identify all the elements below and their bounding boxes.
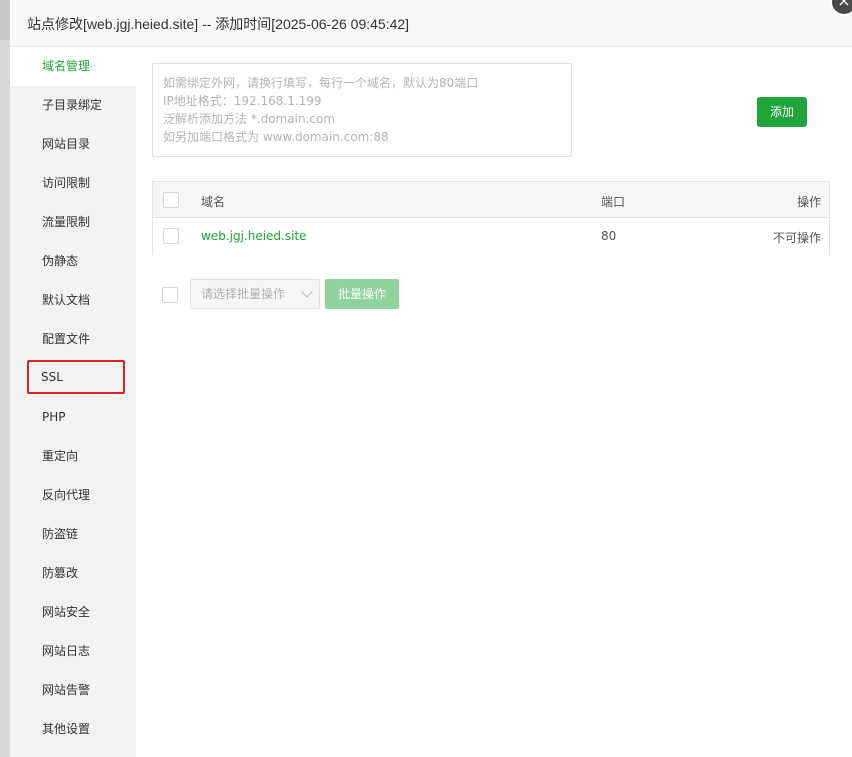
domain-table: 域名 端口 操作 web.jgj.heied.site 80 不可操作 — [152, 181, 830, 255]
column-header-port: 端口 — [601, 195, 626, 209]
table-row: web.jgj.heied.site 80 不可操作 — [153, 218, 829, 255]
sidebar-item-site-logs[interactable]: 网站日志 — [10, 632, 136, 671]
row-checkbox[interactable] — [163, 228, 179, 244]
sidebar-item-reverse-proxy[interactable]: 反向代理 — [10, 476, 136, 515]
batch-select-checkbox[interactable] — [162, 287, 178, 303]
sidebar-item-tamper-proof[interactable]: 防篡改 — [10, 554, 136, 593]
sidebar-item-php[interactable]: PHP — [10, 398, 136, 437]
sidebar-item-config-file[interactable]: 配置文件 — [10, 320, 136, 359]
sidebar-item-site-security[interactable]: 网站安全 — [10, 593, 136, 632]
batch-operation-button[interactable]: 批量操作 — [325, 279, 399, 309]
select-all-checkbox[interactable] — [163, 192, 179, 208]
sidebar-item-access-restriction[interactable]: 访问限制 — [10, 164, 136, 203]
sidebar-item-domain-management[interactable]: 域名管理 — [10, 47, 136, 86]
action-value: 不可操作 — [772, 231, 821, 245]
sidebar-item-other-settings[interactable]: 其他设置 — [10, 710, 136, 749]
add-domain-button[interactable]: 添加 — [757, 97, 807, 127]
sidebar-item-redirect[interactable]: 重定向 — [10, 437, 136, 476]
site-edit-dialog: 站点修改[web.jgj.heied.site] -- 添加时间[2025-06… — [10, 0, 852, 757]
domain-input[interactable]: 如需绑定外网，请换行填写，每行一个域名，默认为80端口 IP地址格式：192.1… — [152, 63, 572, 157]
placeholder-line: 如另加端口格式为 www.domain.com:88 — [163, 130, 389, 144]
placeholder-line: IP地址格式：192.168.1.199 — [163, 94, 322, 108]
sidebar-item-traffic-limit[interactable]: 流量限制 — [10, 203, 136, 242]
table-header: 域名 端口 操作 — [153, 182, 829, 218]
sidebar-item-site-alerts[interactable]: 网站告警 — [10, 671, 136, 710]
dialog-header: 站点修改[web.jgj.heied.site] -- 添加时间[2025-06… — [10, 0, 852, 47]
column-header-action: 操作 — [796, 195, 821, 209]
sidebar-item-hotlink-protection[interactable]: 防盗链 — [10, 515, 136, 554]
column-header-domain: 域名 — [201, 195, 226, 209]
sidebar-item-default-document[interactable]: 默认文档 — [10, 281, 136, 320]
placeholder-line: 如需绑定外网，请换行填写，每行一个域名，默认为80端口 — [163, 76, 479, 90]
chevron-down-icon — [301, 286, 313, 298]
sidebar-item-subdirectory-binding[interactable]: 子目录绑定 — [10, 86, 136, 125]
placeholder-line: 泛解析添加方法 *.domain.com — [163, 112, 336, 126]
backdrop — [0, 0, 10, 40]
batch-select-placeholder: 请选择批量操作 — [201, 287, 286, 301]
port-value: 80 — [601, 229, 617, 243]
domain-management-panel: 如需绑定外网，请换行填写，每行一个域名，默认为80端口 IP地址格式：192.1… — [136, 47, 852, 757]
sidebar-item-site-directory[interactable]: 网站目录 — [10, 125, 136, 164]
batch-operation-select[interactable]: 请选择批量操作 — [190, 279, 320, 309]
domain-link[interactable]: web.jgj.heied.site — [201, 229, 307, 243]
sidebar: 域名管理 子目录绑定 网站目录 访问限制 流量限制 伪静态 默认文档 配置文件 … — [10, 47, 136, 757]
sidebar-item-rewrite[interactable]: 伪静态 — [10, 242, 136, 281]
dialog-title: 站点修改[web.jgj.heied.site] -- 添加时间[2025-06… — [27, 16, 410, 32]
sidebar-item-ssl[interactable]: SSL — [27, 360, 125, 394]
